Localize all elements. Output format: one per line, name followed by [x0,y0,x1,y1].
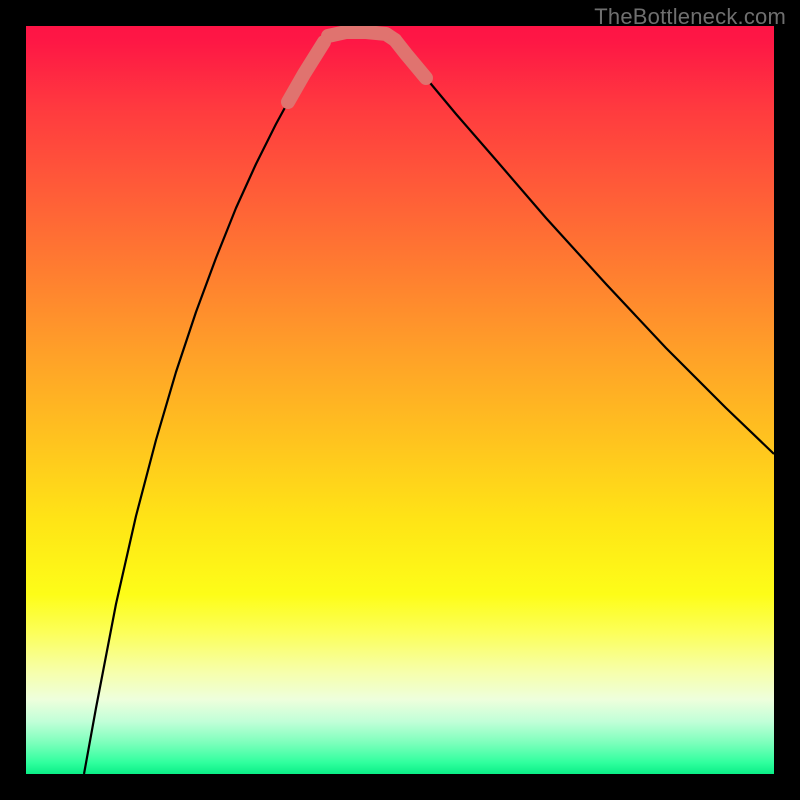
curve-layer [26,26,774,774]
plot-area [26,26,774,774]
series-left-branch [84,36,328,774]
chart-frame: TheBottleneck.com [0,0,800,800]
series-marker-right [395,40,426,78]
series-right-branch [395,40,774,454]
series-marker-left [288,42,324,102]
watermark-text: TheBottleneck.com [594,4,786,30]
series-marker-valley [328,32,395,40]
